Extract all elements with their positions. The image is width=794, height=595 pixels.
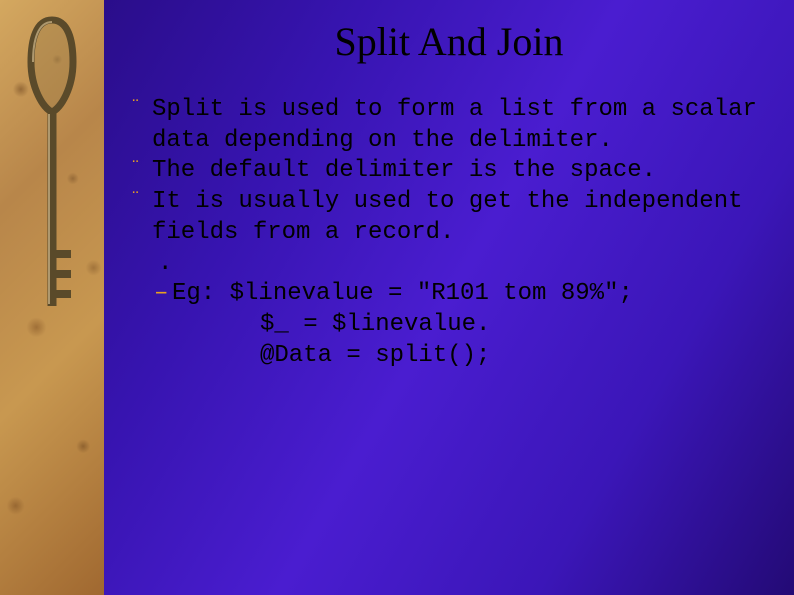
example-line: Eg: $linevalue = "R101 tom 89%"; bbox=[172, 279, 633, 310]
key-icon bbox=[23, 6, 81, 346]
slide-body: Split And Join ¨ Split is used to form a… bbox=[104, 0, 794, 595]
example-label: Eg: bbox=[172, 280, 230, 307]
bullet-item: ¨ It is usually used to get the independ… bbox=[130, 187, 776, 248]
bullet-icon: ¨ bbox=[130, 156, 152, 183]
example-row: – Eg: $linevalue = "R101 tom 89%"; bbox=[152, 279, 776, 310]
bullet-item: ¨ Split is used to form a list from a sc… bbox=[130, 95, 776, 156]
continuation-dot: . bbox=[152, 249, 776, 280]
bullet-text: It is usually used to get the independen… bbox=[152, 187, 776, 248]
slide-title: Split And Join bbox=[114, 18, 784, 65]
slide-content: ¨ Split is used to form a list from a sc… bbox=[114, 95, 784, 371]
code-line: @Data = split(); bbox=[152, 341, 776, 372]
code-line: $linevalue = "R101 tom 89%"; bbox=[230, 280, 633, 307]
bullet-icon: ¨ bbox=[130, 187, 152, 214]
dash-icon: – bbox=[152, 279, 172, 310]
sub-content: . – Eg: $linevalue = "R101 tom 89%"; $_ … bbox=[130, 249, 776, 372]
code-line: $_ = $linevalue. bbox=[152, 310, 776, 341]
bullet-item: ¨ The default delimiter is the space. bbox=[130, 156, 776, 187]
bullet-icon: ¨ bbox=[130, 95, 152, 122]
slide-sidebar bbox=[0, 0, 104, 595]
bullet-text: Split is used to form a list from a scal… bbox=[152, 95, 776, 156]
bullet-text: The default delimiter is the space. bbox=[152, 156, 776, 187]
